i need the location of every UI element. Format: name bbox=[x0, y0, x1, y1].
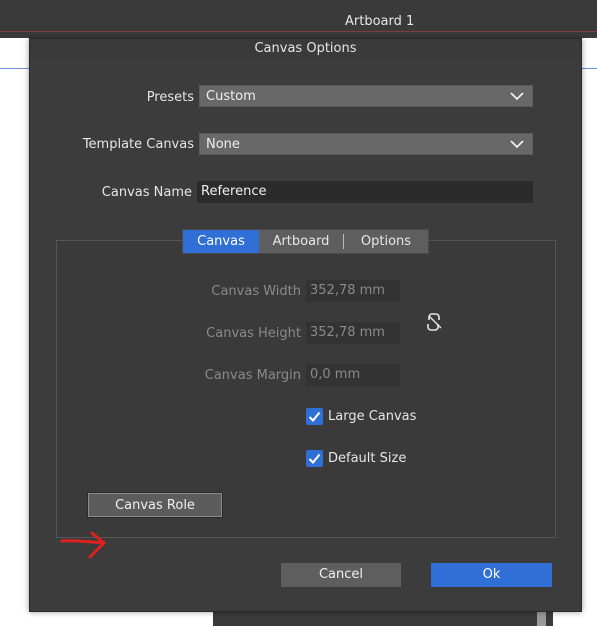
canvas-width-label: Canvas Width bbox=[211, 284, 301, 299]
artboard-guide-line bbox=[0, 31, 597, 32]
checkmark-icon bbox=[308, 411, 321, 422]
checkmark-icon bbox=[308, 453, 321, 464]
canvas-name-label: Canvas Name bbox=[101, 185, 192, 200]
canvas-options-dialog: Canvas Options Presets Custom Template C… bbox=[29, 38, 582, 612]
default-size-label: Default Size bbox=[328, 451, 407, 466]
chevron-down-icon bbox=[510, 92, 524, 101]
tab-options[interactable]: Options bbox=[344, 230, 428, 253]
canvas-height-input[interactable]: 352,78 mm bbox=[306, 322, 400, 344]
chevron-down-icon bbox=[510, 140, 524, 149]
annotation-arrow-icon bbox=[60, 531, 106, 559]
canvas-margin-input[interactable]: 0,0 mm bbox=[306, 364, 400, 386]
large-canvas-label: Large Canvas bbox=[328, 409, 417, 424]
template-canvas-value: None bbox=[206, 137, 240, 152]
presets-dropdown[interactable]: Custom bbox=[199, 85, 533, 107]
canvas-margin-label: Canvas Margin bbox=[204, 368, 301, 383]
tab-canvas[interactable]: Canvas bbox=[183, 230, 259, 253]
ok-button[interactable]: Ok bbox=[431, 563, 552, 587]
tab-artboard[interactable]: Artboard bbox=[259, 230, 343, 253]
presets-value: Custom bbox=[206, 89, 256, 104]
presets-label: Presets bbox=[146, 90, 194, 105]
unlink-chain-icon[interactable] bbox=[427, 312, 443, 332]
app-topbar: Artboard 1 bbox=[0, 0, 597, 38]
template-canvas-label: Template Canvas bbox=[82, 137, 194, 152]
canvas-width-input[interactable]: 352,78 mm bbox=[306, 280, 400, 302]
canvas-name-input[interactable]: Reference bbox=[197, 181, 533, 203]
artboard-title: Artboard 1 bbox=[345, 14, 415, 29]
canvas-role-button[interactable]: Canvas Role bbox=[87, 492, 223, 518]
cancel-button[interactable]: Cancel bbox=[281, 563, 401, 587]
dialog-title: Canvas Options bbox=[30, 39, 581, 59]
default-size-checkbox[interactable] bbox=[306, 450, 323, 467]
canvas-height-label: Canvas Height bbox=[206, 326, 301, 341]
tab-bar: Canvas Artboard Options bbox=[182, 229, 429, 254]
large-canvas-checkbox[interactable] bbox=[306, 408, 323, 425]
template-canvas-dropdown[interactable]: None bbox=[199, 133, 533, 155]
